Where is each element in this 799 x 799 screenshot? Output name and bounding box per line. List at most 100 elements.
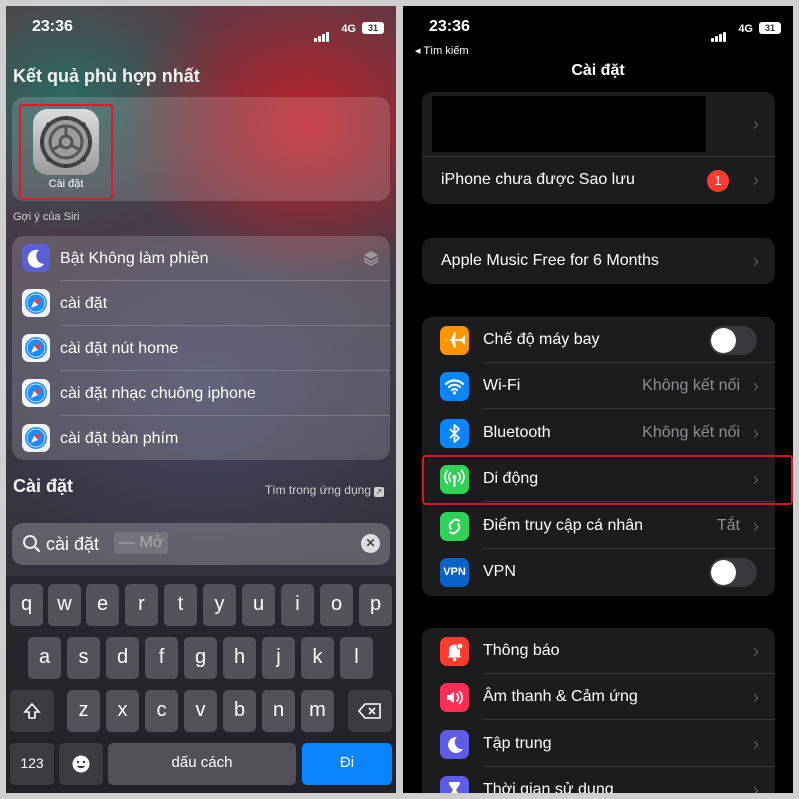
best-match-header: Kết quả phù hợp nhất [13, 66, 200, 86]
key-t[interactable]: t [164, 584, 197, 626]
suggestion-safari-2[interactable]: cài đặt nút home [12, 326, 390, 371]
siri-suggestions-header: Gợi ý của Siri [13, 211, 80, 223]
airplane-icon [440, 326, 469, 355]
backup-row[interactable]: iPhone chưa được Sao lưu 1 › [422, 157, 775, 203]
key-s[interactable]: s [67, 637, 100, 679]
suggestion-safari-1[interactable]: cài đặt [12, 281, 390, 326]
hotspot-icon [440, 512, 469, 541]
row-label: Chế độ máy bay [483, 331, 600, 348]
suggestion-label: Bật Không làm phiền [60, 250, 209, 267]
key-v[interactable]: v [184, 690, 217, 732]
search-input[interactable]: cài đặt — Mở ✕ [12, 523, 390, 565]
chevron-right-icon: › [753, 641, 759, 661]
settings-gear-icon[interactable] [33, 109, 99, 175]
search-in-app-label: Tìm trong ứng dụng [264, 483, 371, 497]
row-label: Điểm truy cập cá nhân [483, 517, 644, 534]
apple-music-promo-row[interactable]: Apple Music Free for 6 Months › [422, 238, 775, 284]
signal-icon [314, 24, 330, 42]
status-bar: 23:36 4G 31 [6, 16, 396, 42]
bluetooth-row[interactable]: Bluetooth Không kết nối › [422, 410, 775, 456]
emoji-icon [72, 755, 90, 773]
key-n[interactable]: n [262, 690, 295, 732]
spotlight-search-panel: 23:36 4G 31 Kết quả phù hợp nhất Cài đặt… [6, 6, 396, 793]
key-p[interactable]: p [359, 584, 392, 626]
suggestion-safari-4[interactable]: cài đặt bàn phím [12, 416, 390, 461]
highlight-box [422, 455, 793, 505]
account-group: › iPhone chưa được Sao lưu 1 › [422, 92, 775, 204]
apple-id-row[interactable]: › [422, 92, 775, 157]
airplane-mode-toggle[interactable] [709, 326, 757, 355]
bell-icon [440, 637, 469, 666]
row-label: Bluetooth [483, 424, 551, 441]
space-key[interactable]: dấu cách [108, 743, 296, 785]
screen-time-row[interactable]: Thời gian sử dụng › [422, 767, 775, 793]
notifications-row[interactable]: Thông báo › [422, 628, 775, 674]
moon-icon [440, 730, 469, 759]
personal-hotspot-row[interactable]: Điểm truy cập cá nhân Tắt › [422, 503, 775, 549]
redacted-profile [432, 96, 706, 152]
key-b[interactable]: b [223, 690, 256, 732]
battery-icon: 31 [362, 22, 384, 34]
safari-icon [22, 379, 50, 407]
key-g[interactable]: g [184, 637, 217, 679]
key-c[interactable]: c [145, 690, 178, 732]
key-m[interactable]: m [301, 690, 334, 732]
wifi-row[interactable]: Wi-Fi Không kết nối › [422, 363, 775, 409]
chevron-right-icon: › [753, 780, 759, 793]
backup-label: iPhone chưa được Sao lưu [441, 171, 635, 188]
clear-search-icon[interactable]: ✕ [361, 534, 380, 553]
search-query: cài đặt [46, 534, 100, 554]
key-y[interactable]: y [203, 584, 236, 626]
sounds-haptics-row[interactable]: Âm thanh & Cảm ứng › [422, 674, 775, 720]
vpn-icon: VPN [440, 558, 469, 587]
signal-icon [711, 24, 727, 42]
chevron-right-icon: › [753, 251, 759, 271]
focus-row[interactable]: Tập trung › [422, 721, 775, 767]
key-j[interactable]: j [262, 637, 295, 679]
bluetooth-icon [440, 419, 469, 448]
search-in-app-link[interactable]: Tìm trong ứng dụng ↗ [265, 483, 384, 497]
shift-key[interactable] [10, 690, 54, 732]
row-label: Wi-Fi [483, 377, 521, 394]
settings-section-title: Cài đặt [13, 476, 74, 496]
settings-app-result[interactable]: Cài đặt [19, 104, 113, 200]
key-a[interactable]: a [28, 637, 61, 679]
key-o[interactable]: o [320, 584, 353, 626]
row-label: Thời gian sử dụng [483, 781, 614, 793]
safari-icon [22, 289, 50, 317]
key-u[interactable]: u [242, 584, 275, 626]
airplane-mode-row[interactable]: Chế độ máy bay [422, 317, 775, 363]
key-d[interactable]: d [106, 637, 139, 679]
key-k[interactable]: k [301, 637, 334, 679]
key-z[interactable]: z [67, 690, 100, 732]
status-time: 23:36 [32, 18, 73, 35]
numbers-key[interactable]: 123 [10, 743, 54, 785]
key-i[interactable]: i [281, 584, 314, 626]
emoji-key[interactable] [59, 743, 103, 785]
chevron-right-icon: › [753, 170, 759, 190]
key-l[interactable]: l [340, 637, 373, 679]
suggestion-safari-3[interactable]: cài đặt nhạc chuông iphone [12, 371, 390, 416]
vpn-toggle[interactable] [709, 558, 757, 587]
hourglass-icon [440, 776, 469, 793]
settings-app-label: Cài đặt [48, 178, 84, 190]
back-to-search-link[interactable]: ◂ Tìm kiếm [415, 44, 469, 57]
delete-key[interactable] [348, 690, 392, 732]
key-e[interactable]: e [86, 584, 119, 626]
key-q[interactable]: q [10, 584, 43, 626]
chevron-right-icon: › [753, 687, 759, 707]
chevron-right-icon: › [753, 423, 759, 443]
promo-group: Apple Music Free for 6 Months › [422, 238, 775, 284]
status-bar: 23:36 4G 31 ◂ Tìm kiếm [403, 16, 793, 57]
row-label: Thông báo [483, 642, 560, 659]
vpn-row[interactable]: VPN VPN [422, 549, 775, 595]
key-r[interactable]: r [125, 584, 158, 626]
key-f[interactable]: f [145, 637, 178, 679]
promo-label: Apple Music Free for 6 Months [441, 252, 659, 269]
key-x[interactable]: x [106, 690, 139, 732]
suggestion-do-not-disturb[interactable]: Bật Không làm phiền [12, 236, 390, 281]
go-key[interactable]: Đi [302, 743, 392, 785]
wifi-status: Không kết nối [642, 377, 740, 394]
key-w[interactable]: w [48, 584, 81, 626]
key-h[interactable]: h [223, 637, 256, 679]
